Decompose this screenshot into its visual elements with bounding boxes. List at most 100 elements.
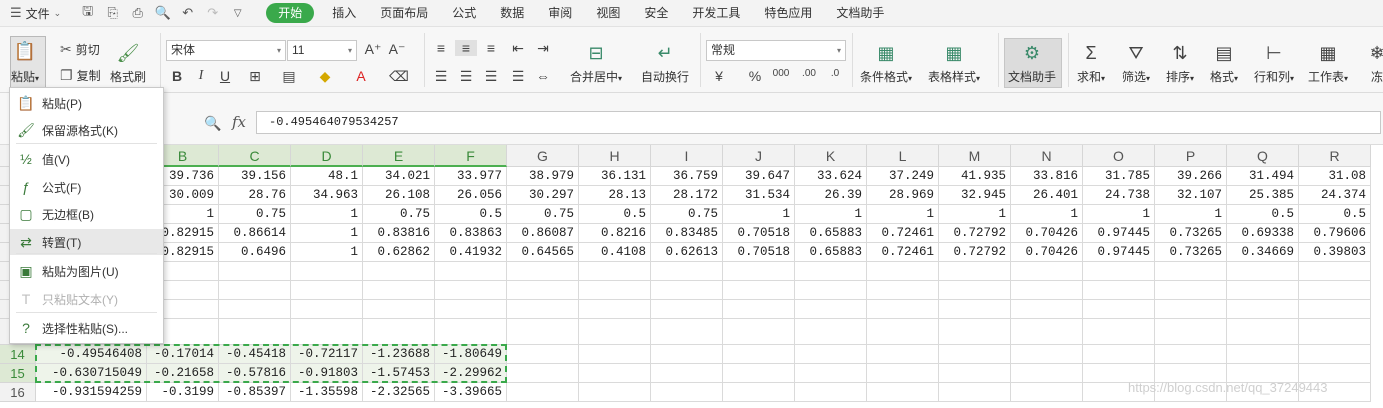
column-header[interactable]: M [939, 145, 1011, 167]
grid-cell[interactable]: -1.23688 [363, 345, 435, 364]
thousands-separator-icon[interactable]: 000 [770, 68, 792, 79]
grid-cell[interactable] [1083, 319, 1155, 345]
grid-cell[interactable] [795, 281, 867, 300]
menu-tab[interactable]: 审阅 [536, 0, 584, 27]
grid-cell[interactable]: 0.79606 [1299, 224, 1371, 243]
grid-cell[interactable]: 1 [291, 205, 363, 224]
grid-cell[interactable] [867, 383, 939, 402]
grid-cell[interactable] [579, 345, 651, 364]
grid-cell[interactable] [1227, 262, 1299, 281]
grid-cell[interactable] [651, 345, 723, 364]
grid-cell[interactable]: -3.39665 [435, 383, 507, 402]
grid-cell[interactable]: -2.29962 [435, 364, 507, 383]
conditional-format-button[interactable]: ▦ 条件格式▾ [860, 40, 912, 85]
freeze-button[interactable]: ❄ 冻 [1364, 40, 1383, 85]
grid-cell[interactable] [867, 364, 939, 383]
grid-cell[interactable]: 0.72792 [939, 224, 1011, 243]
grid-cell[interactable] [363, 281, 435, 300]
paste-button[interactable]: 📋 粘贴▾ [11, 38, 39, 85]
grid-cell[interactable]: 0.4108 [579, 243, 651, 262]
column-header[interactable]: Q [1227, 145, 1299, 167]
print-preview-icon[interactable]: 🔍 [150, 5, 175, 21]
grid-cell[interactable] [1227, 281, 1299, 300]
grid-cell[interactable]: 37.249 [867, 167, 939, 186]
increase-decimal-icon[interactable]: .00 [798, 68, 820, 79]
grid-cell[interactable]: 34.021 [363, 167, 435, 186]
grid-cell[interactable]: -0.72117 [291, 345, 363, 364]
grid-cell[interactable] [1011, 300, 1083, 319]
grid-cell[interactable] [579, 364, 651, 383]
copy-button[interactable]: ❐ 复制 [60, 67, 101, 84]
grid-cell[interactable] [1011, 319, 1083, 345]
column-header[interactable]: K [795, 145, 867, 167]
grid-cell[interactable]: 0.75 [507, 205, 579, 224]
formula-input[interactable]: -0.495464079534257 [256, 111, 1381, 134]
column-header[interactable]: J [723, 145, 795, 167]
border-icon[interactable]: ⊞ [244, 68, 266, 85]
paste-menu-item[interactable]: ½ 值(V) [10, 146, 163, 172]
font-color-icon[interactable]: A [350, 68, 372, 84]
italic-icon[interactable]: I [190, 68, 212, 84]
grid-cell[interactable] [363, 319, 435, 345]
row-header[interactable]: 16 [0, 383, 36, 402]
grid-cell[interactable]: 1 [1011, 205, 1083, 224]
decrease-decimal-icon[interactable]: .0 [824, 68, 846, 79]
grid-cell[interactable]: 34.963 [291, 186, 363, 205]
grid-cell[interactable]: 0.64565 [507, 243, 579, 262]
grid-cell[interactable] [795, 262, 867, 281]
grid-cell[interactable] [1011, 364, 1083, 383]
grid-cell[interactable]: 38.979 [507, 167, 579, 186]
grid-cell[interactable]: 0.72792 [939, 243, 1011, 262]
indent-decrease-icon[interactable]: ⇤ [507, 40, 529, 57]
align-center-icon[interactable]: ☰ [455, 68, 477, 85]
grid-cell[interactable]: -0.45418 [219, 345, 291, 364]
column-header[interactable]: P [1155, 145, 1227, 167]
grid-cell[interactable] [507, 300, 579, 319]
grid-cell[interactable] [1227, 300, 1299, 319]
grid-cell[interactable] [507, 319, 579, 345]
grid-cell[interactable] [795, 319, 867, 345]
paste-menu-item[interactable]: ƒ 公式(F) [10, 174, 163, 200]
doc-assistant-button[interactable]: ⚙ 文档助手 [1008, 40, 1056, 85]
paste-menu-item[interactable]: ⇄ 转置(T) [10, 229, 163, 255]
grid-cell[interactable]: 0.65883 [795, 224, 867, 243]
grid-cell[interactable]: 0.73265 [1155, 224, 1227, 243]
grid-cell[interactable] [1011, 345, 1083, 364]
grid-cell[interactable]: 30.297 [507, 186, 579, 205]
grid-cell[interactable]: 39.647 [723, 167, 795, 186]
grid-cell[interactable]: 33.977 [435, 167, 507, 186]
grid-cell[interactable]: 0.5 [1227, 205, 1299, 224]
undo-icon[interactable]: ↶ [175, 5, 200, 21]
fill-pattern-icon[interactable]: ▤ [278, 68, 300, 85]
grid-cell[interactable]: 0.41932 [435, 243, 507, 262]
file-menu[interactable]: ☰ 文件 ⌄ [0, 0, 69, 27]
grid-cell[interactable] [291, 319, 363, 345]
row-header[interactable]: 15 [0, 364, 36, 383]
align-right-icon[interactable]: ☰ [480, 68, 502, 85]
currency-icon[interactable]: ¥ [708, 68, 730, 84]
grid-cell[interactable]: -0.630715049 [36, 364, 147, 383]
grid-cell[interactable] [1155, 281, 1227, 300]
sort-button[interactable]: ⇅ 排序▾ [1166, 40, 1194, 85]
save-icon[interactable]: 🖫 [75, 2, 100, 24]
paste-menu-item[interactable]: 🖌 保留源格式(K) [10, 117, 163, 143]
distribute-icon[interactable]: ⇔ [532, 68, 554, 84]
sum-button[interactable]: Σ 求和▾ [1077, 40, 1105, 85]
grid-cell[interactable]: -0.91803 [291, 364, 363, 383]
grid-cell[interactable]: 32.945 [939, 186, 1011, 205]
menu-tab[interactable]: 开发工具 [680, 0, 752, 27]
grid-cell[interactable]: 33.816 [1011, 167, 1083, 186]
grid-cell[interactable]: 1 [867, 205, 939, 224]
grid-cell[interactable]: 39.156 [219, 167, 291, 186]
grid-cell[interactable] [1011, 262, 1083, 281]
grid-cell[interactable] [435, 300, 507, 319]
rows-cols-button[interactable]: ⊢ 行和列▾ [1254, 40, 1294, 85]
grid-cell[interactable]: -0.49546408 [36, 345, 147, 364]
zoom-icon[interactable]: 🔍 [204, 115, 221, 132]
print-icon[interactable]: ⎙ [125, 5, 150, 21]
grid-cell[interactable] [291, 262, 363, 281]
customize-quick-access-icon[interactable]: ▽ [225, 8, 250, 19]
grid-cell[interactable]: 0.73265 [1155, 243, 1227, 262]
column-header[interactable]: R [1299, 145, 1371, 167]
menu-tab[interactable]: 页面布局 [368, 0, 440, 27]
